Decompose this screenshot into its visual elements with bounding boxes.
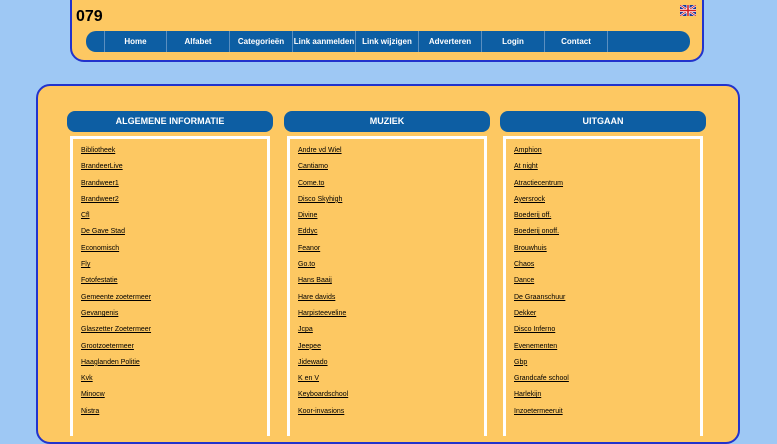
list-item-link[interactable]: Bibliotheek: [81, 146, 267, 162]
list-item-link[interactable]: Gevangenis: [81, 309, 267, 325]
list-item-link[interactable]: Jeepee: [298, 342, 484, 358]
link-list: Bibliotheek BrandeerLive Brandweer1 Brandwe…: [70, 136, 270, 436]
list-item-link[interactable]: BrandeerLive: [81, 162, 267, 178]
column-uitgaan: UITGAAN Amphion At night Atractiecentrum Ay…: [500, 111, 706, 436]
list-item-link[interactable]: Cfl: [81, 211, 267, 227]
list-item-link[interactable]: Disco Inferno: [514, 325, 700, 341]
list-item-link[interactable]: Evenementen: [514, 342, 700, 358]
list-item-link[interactable]: Atractiecentrum: [514, 179, 700, 195]
link-list: Amphion At night Atractiecentrum Ayersrock B…: [503, 136, 703, 436]
list-item-link[interactable]: Feanor: [298, 244, 484, 260]
nav-link-aanmelden[interactable]: Link aanmelden: [293, 31, 356, 52]
nav-link-wijzigen[interactable]: Link wijzigen: [356, 31, 419, 52]
nav-contact[interactable]: Contact: [545, 31, 608, 52]
list-item-link[interactable]: Harlekijn: [514, 390, 700, 406]
nav-alfabet[interactable]: Alfabet: [167, 31, 230, 52]
column-heading: ALGEMENE INFORMATIE: [67, 111, 273, 132]
list-item-link[interactable]: De Gave Stad: [81, 227, 267, 243]
list-item-link[interactable]: Economisch: [81, 244, 267, 260]
list-item-link[interactable]: Brouwhuis: [514, 244, 700, 260]
list-item-link[interactable]: Ayersrock: [514, 195, 700, 211]
list-item-link[interactable]: Chaos: [514, 260, 700, 276]
nav-login[interactable]: Login: [482, 31, 545, 52]
list-item-link[interactable]: Keyboardschool: [298, 390, 484, 406]
list-item-link[interactable]: Fly: [81, 260, 267, 276]
list-item-link[interactable]: Eddyc: [298, 227, 484, 243]
list-item-link[interactable]: Gbp: [514, 358, 700, 374]
list-item-link[interactable]: K en V: [298, 374, 484, 390]
list-item-link[interactable]: Amphion: [514, 146, 700, 162]
nav-adverteren[interactable]: Adverteren: [419, 31, 482, 52]
list-item-link[interactable]: Nistra: [81, 407, 267, 423]
list-item-link[interactable]: De Graanschuur: [514, 293, 700, 309]
list-item-link[interactable]: Glaszetter Zoetermeer: [81, 325, 267, 341]
list-item-link[interactable]: Go.to: [298, 260, 484, 276]
list-item-link[interactable]: Haaglanden Politie: [81, 358, 267, 374]
list-item-link[interactable]: Fotofestatie: [81, 276, 267, 292]
list-item-link[interactable]: Dance: [514, 276, 700, 292]
list-item-link[interactable]: Inzoetermeeruit: [514, 407, 700, 423]
list-item-link[interactable]: Andre vd Wiel: [298, 146, 484, 162]
header-panel: 079 Home Alfabet Categorieën Link aanmelden…: [70, 0, 704, 62]
list-item-link[interactable]: Jcpa: [298, 325, 484, 341]
list-item-link[interactable]: Divine: [298, 211, 484, 227]
list-item-link[interactable]: Come.to: [298, 179, 484, 195]
list-item-link[interactable]: Grootzoetermeer: [81, 342, 267, 358]
uk-flag-icon[interactable]: [680, 5, 696, 16]
main-navigation: Home Alfabet Categorieën Link aanmelden Link…: [86, 31, 690, 52]
list-item-link[interactable]: Gemeente zoetermeer: [81, 293, 267, 309]
nav-categorie-n[interactable]: Categorieën: [230, 31, 293, 52]
list-item-link[interactable]: Jidewado: [298, 358, 484, 374]
list-item-link[interactable]: Dekker: [514, 309, 700, 325]
list-item-link[interactable]: Minocw: [81, 390, 267, 406]
list-item-link[interactable]: Grandcafe school: [514, 374, 700, 390]
column-heading: MUZIEK: [284, 111, 490, 132]
nav-home[interactable]: Home: [104, 31, 167, 52]
list-item-link[interactable]: Brandweer1: [81, 179, 267, 195]
list-item-link[interactable]: Kvk: [81, 374, 267, 390]
list-item-link[interactable]: Boederij onoff.: [514, 227, 700, 243]
site-title[interactable]: 079: [76, 8, 103, 26]
list-item-link[interactable]: Harpisteeveline: [298, 309, 484, 325]
list-item-link[interactable]: Cantiamo: [298, 162, 484, 178]
list-item-link[interactable]: Hare davids: [298, 293, 484, 309]
column-heading: UITGAAN: [500, 111, 706, 132]
list-item-link[interactable]: Boederij off.: [514, 211, 700, 227]
list-item-link[interactable]: Brandweer2: [81, 195, 267, 211]
column-algemene-informatie: ALGEMENE INFORMATIE Bibliotheek BrandeerL…: [67, 111, 273, 436]
list-item-link[interactable]: Disco Skyhigh: [298, 195, 484, 211]
link-list: Andre vd Wiel Cantiamo Come.to Disco Skyhig…: [287, 136, 487, 436]
column-muziek: MUZIEK Andre vd Wiel Cantiamo Come.to Disco…: [284, 111, 490, 436]
list-item-link[interactable]: At night: [514, 162, 700, 178]
list-item-link[interactable]: Koor-invasions: [298, 407, 484, 423]
list-item-link[interactable]: Hans Baaij: [298, 276, 484, 292]
